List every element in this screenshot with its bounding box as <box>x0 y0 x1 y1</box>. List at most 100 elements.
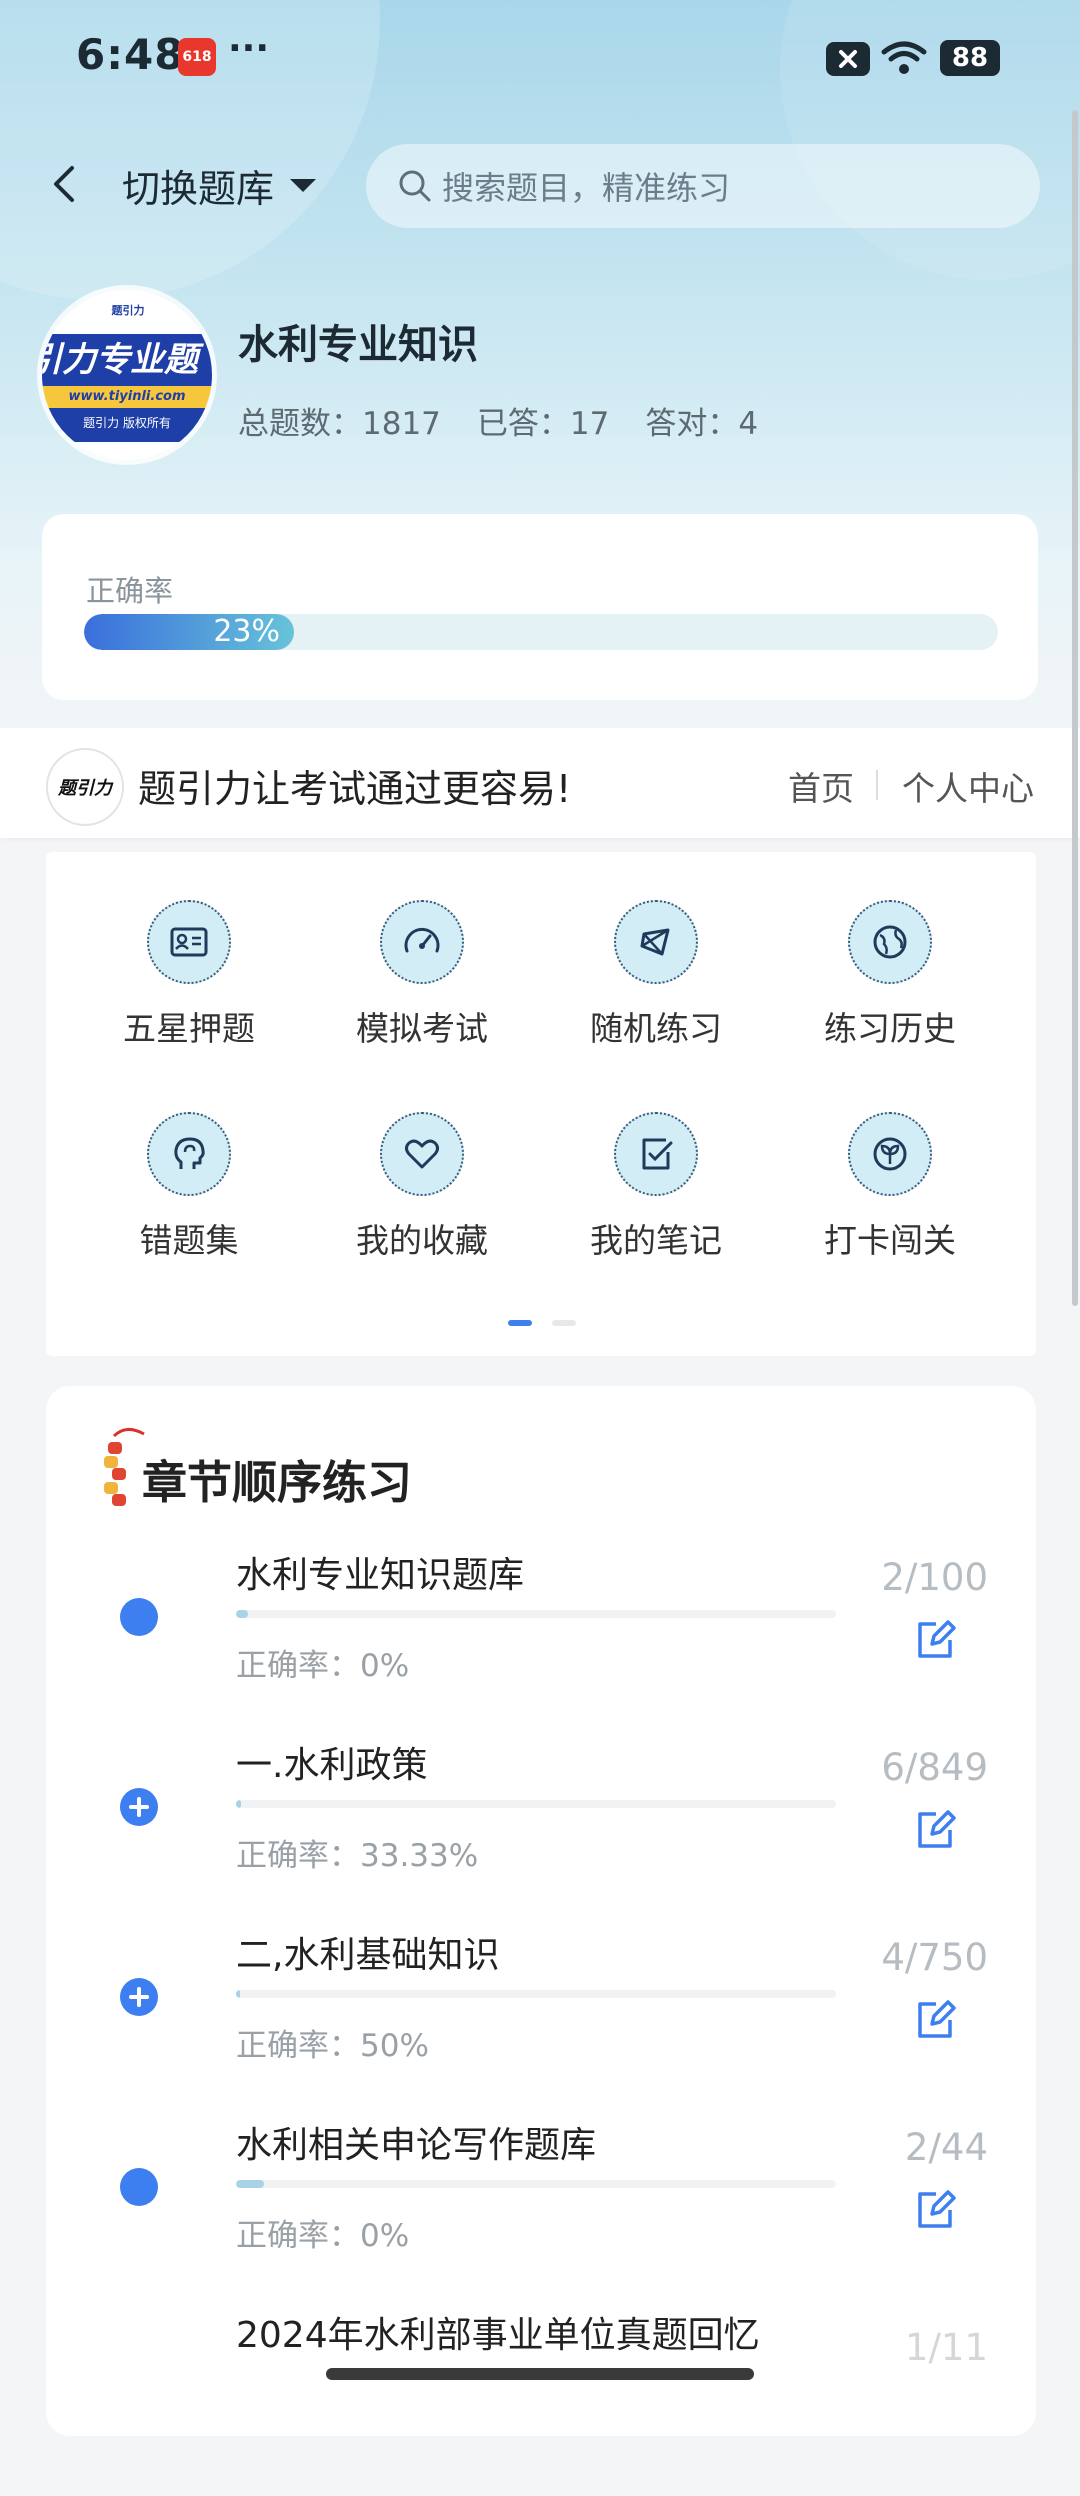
stat-answered: 已答：17 <box>476 406 610 442</box>
feature-label: 我的收藏 <box>356 1221 488 1260</box>
search-placeholder: 搜索题目，精准练习 <box>442 169 731 207</box>
brain-head-icon <box>147 1112 231 1196</box>
chapter-progress-track <box>236 1990 836 1998</box>
edit-icon[interactable] <box>912 2186 960 2234</box>
logo-url: www.tiyinli.com <box>42 386 212 408</box>
feature-random-practice[interactable]: 随机练习 <box>556 900 756 1050</box>
feature-practice-history[interactable]: 练习历史 <box>790 900 990 1050</box>
chapter-name: 水利专业知识题库 <box>236 1555 525 1596</box>
brand-banner: 题引力 题引力让考试通过更容易! 首页 个人中心 <box>0 728 1080 838</box>
search-input[interactable]: 搜索题目，精准练习 <box>366 144 1040 228</box>
expand-plus-icon[interactable] <box>120 1978 158 2016</box>
chapter-row[interactable]: 水利专业知识题库 正确率：0% 2/100 <box>46 1546 1036 1736</box>
chapter-progress-track <box>236 2180 836 2188</box>
chapter-accuracy: 正确率：50% <box>236 2028 429 2064</box>
chapter-accuracy: 正确率：0% <box>236 1648 410 1684</box>
search-icon <box>399 170 431 202</box>
wifi-icon <box>880 38 928 82</box>
chapter-progress-fill <box>236 1990 240 1998</box>
expand-plus-icon[interactable] <box>120 1788 158 1826</box>
chapter-practice-card: 章节顺序练习 水利专业知识题库 正确率：0% 2/100 一.水利政策 正确率：… <box>46 1386 1036 2436</box>
feature-label: 练习历史 <box>824 1009 956 1048</box>
note-check-icon <box>614 1112 698 1196</box>
pager-dot-active[interactable] <box>508 1320 532 1326</box>
chapter-name: 2024年水利部事业单位真题回忆 <box>236 2315 760 2356</box>
logo-mini-text: 题引力 <box>111 304 145 317</box>
id-card-icon <box>147 900 231 984</box>
switch-bank-dropdown[interactable]: 切换题库 <box>122 158 317 213</box>
home-indicator[interactable] <box>326 2368 754 2380</box>
back-button[interactable] <box>44 158 84 210</box>
feature-label: 打卡闯关 <box>824 1221 956 1260</box>
edit-icon[interactable] <box>912 1616 960 1664</box>
home-link[interactable]: 首页 <box>788 762 854 810</box>
feature-mock-exam[interactable]: 模拟考试 <box>322 900 522 1050</box>
edit-icon[interactable] <box>912 1806 960 1854</box>
chapter-section-title: 章节顺序练习 <box>142 1456 413 1509</box>
heart-icon <box>380 1112 464 1196</box>
brand-logo: 题引力 <box>46 748 124 826</box>
feature-five-star[interactable]: 五星押题 <box>89 900 289 1050</box>
caret-down-icon <box>290 179 317 192</box>
feature-wrong-questions[interactable]: 错题集 <box>89 1112 289 1262</box>
chapter-count: 2/100 <box>881 1556 988 1599</box>
chapter-count: 6/849 <box>881 1746 988 1789</box>
feature-label: 我的笔记 <box>590 1221 722 1260</box>
accuracy-progress-fill: 23% <box>84 614 294 650</box>
chapter-accuracy: 正确率：0% <box>236 2218 410 2254</box>
status-bar: 6:48 618 ··· 88 <box>0 0 1080 120</box>
feature-check-in[interactable]: 打卡闯关 <box>790 1112 990 1262</box>
feature-label: 错题集 <box>139 1221 239 1260</box>
logo-title: 引力专业题 <box>42 334 212 386</box>
more-notifications-icon: ··· <box>228 28 270 69</box>
feature-label: 模拟考试 <box>356 1009 488 1048</box>
bank-stats: 总题数：1817 已答：17 答对：4 <box>238 398 758 443</box>
chapter-progress-track <box>236 1800 836 1808</box>
accuracy-label: 正确率 <box>86 574 174 608</box>
accuracy-card: 正确率 23% <box>42 514 1038 700</box>
shuffle-icon <box>614 900 698 984</box>
feature-grid: 五星押题 模拟考试 随机练习 练习历史 错题集 我的收藏 我的笔记 打卡闯关 <box>46 852 1036 1356</box>
chapter-bullet <box>120 2168 158 2206</box>
switch-bank-label: 切换题库 <box>122 167 275 211</box>
stat-correct: 答对：4 <box>645 406 759 442</box>
feature-favorites[interactable]: 我的收藏 <box>322 1112 522 1262</box>
battery-indicator: 88 <box>940 40 1000 76</box>
scrollbar[interactable] <box>1072 110 1078 1306</box>
feature-notes[interactable]: 我的笔记 <box>556 1112 756 1262</box>
chapter-row[interactable]: 2024年水利部事业单位真题回忆 1/11 <box>46 2306 1036 2496</box>
divider <box>876 770 878 800</box>
stat-total: 总题数：1817 <box>238 406 441 442</box>
chapter-accuracy: 正确率：33.33% <box>236 1838 479 1874</box>
logo-footer: 题引力 版权所有 <box>42 408 212 442</box>
chapter-bullet <box>120 1598 158 1636</box>
chapter-name: 二,水利基础知识 <box>236 1935 500 1976</box>
brand-slogan: 题引力让考试通过更容易! <box>138 767 572 811</box>
chapter-row[interactable]: 二,水利基础知识 正确率：50% 4/750 <box>46 1926 1036 2116</box>
chapter-count: 1/11 <box>904 2326 988 2369</box>
firecracker-icon <box>92 1424 148 1518</box>
chapter-count: 4/750 <box>881 1936 988 1979</box>
speedometer-icon <box>380 900 464 984</box>
edit-icon[interactable] <box>912 1996 960 2044</box>
chapter-count: 2/44 <box>904 2126 988 2169</box>
feature-label: 随机练习 <box>590 1009 722 1048</box>
status-time: 6:48 <box>76 30 185 79</box>
chapter-name: 一.水利政策 <box>236 1745 428 1786</box>
chapter-name: 水利相关申论写作题库 <box>236 2125 597 2166</box>
app-618-icon: 618 <box>178 38 216 76</box>
accuracy-progress-track: 23% <box>84 614 998 650</box>
chapter-row[interactable]: 水利相关申论写作题库 正确率：0% 2/44 <box>46 2116 1036 2306</box>
chapter-progress-fill <box>236 2180 264 2188</box>
chapter-row[interactable]: 一.水利政策 正确率：33.33% 6/849 <box>46 1736 1036 1926</box>
pager-dot[interactable] <box>552 1320 576 1326</box>
feature-label: 五星押题 <box>123 1009 255 1048</box>
chapter-progress-fill <box>236 1610 248 1618</box>
bank-title: 水利专业知识 <box>238 322 478 368</box>
leaf-shield-icon <box>848 1112 932 1196</box>
chapter-progress-track <box>236 1610 836 1618</box>
no-sim-icon <box>826 42 870 76</box>
personal-center-link[interactable]: 个人中心 <box>902 762 1034 810</box>
chapter-progress-fill <box>236 1800 241 1808</box>
bank-logo: 题引力 引力专业题 www.tiyinli.com 题引力 版权所有 <box>42 290 212 460</box>
